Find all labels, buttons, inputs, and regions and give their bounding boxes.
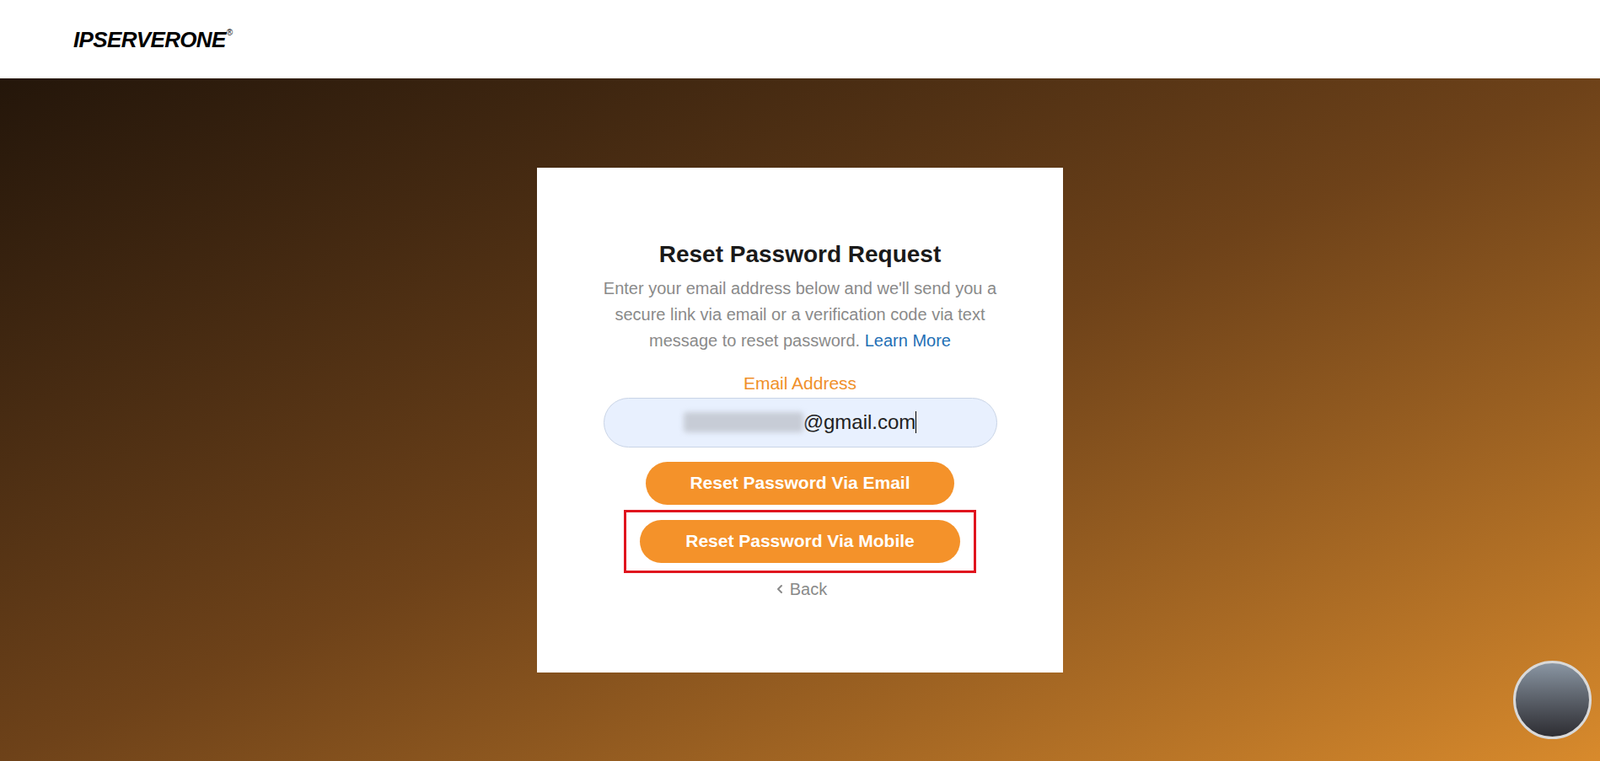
learn-more-link[interactable]: Learn More [864,331,951,350]
chevron-left-icon [773,582,787,596]
email-input[interactable]: @gmail.com [603,397,998,448]
email-value: @gmail.com [803,407,917,438]
email-label: Email Address [743,372,857,395]
title: Reset Password Request [659,240,942,269]
header: IPSERVERONE® [0,0,1600,79]
highlight-box: Reset Password Via Mobile [623,510,977,574]
hero-background: Reset Password Request Enter your email a… [0,78,1600,761]
reset-card: Reset Password Request Enter your email a… [536,167,1064,673]
chat-avatar[interactable] [1513,660,1592,740]
blurred-email-prefix [683,412,804,433]
reset-button[interactable]: Reset Password Via Email [645,461,955,505]
back-link[interactable]: Back [773,576,827,602]
description: Enter your email address below and we'll… [595,275,1005,355]
reset-button[interactable]: Reset Password Via Mobile [639,520,961,564]
page: IPSERVERONE® Reset Password Request Enter … [0,0,1600,761]
button-wrap: Reset Password Via Email [629,459,971,508]
logo[interactable]: IPSERVERONE® [73,28,233,51]
